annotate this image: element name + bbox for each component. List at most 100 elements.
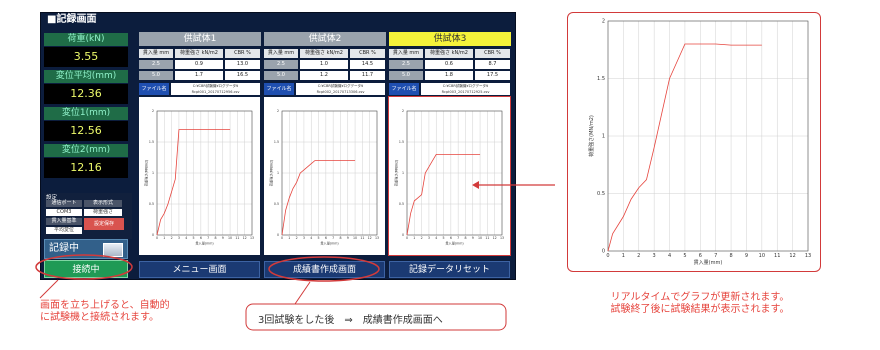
x-tick-label: 1: [163, 236, 165, 240]
left-callout-line1: 画面を立ち上げると、自動的: [40, 300, 170, 311]
x-axis-label: 貫入量(mm): [320, 240, 338, 245]
x-tick-label: 10: [478, 236, 482, 240]
x-tick-label: 2: [637, 253, 640, 259]
x-tick-label: 7: [332, 236, 334, 240]
disp1-label: 変位1(mm): [44, 107, 128, 120]
load-label: 荷重(kN): [44, 33, 128, 46]
specimen3-header: 供試体3: [389, 32, 511, 46]
header-cbr: CBR %: [225, 49, 260, 58]
x-tick-label: 3: [428, 236, 430, 240]
x-tick-label: 10: [228, 236, 232, 240]
connecting-button[interactable]: 接続中: [44, 260, 128, 278]
x-tick-label: 13: [250, 236, 254, 240]
enlarged-graph-box: 2 1.5 1 0.5 0 0 1 2 3 4 5 6 7 8 9 10 11 12 13 貫入量(mm) 荷重強さ(M…: [567, 12, 821, 272]
header-load-strength: 荷重強さ kN/m2: [425, 49, 473, 58]
file-name-label: ファイル名: [264, 83, 294, 95]
y-tick-label: 0.5: [597, 191, 605, 197]
cell-cbr: 8.7: [475, 60, 510, 69]
x-tick-label: 7: [207, 236, 209, 240]
y-tick-label: 0: [602, 249, 605, 255]
cell-penetration: 5.0: [139, 71, 173, 80]
specimen3-graph: 21.510.500 1 2 3 4 5 6 7 8 9 10 11 12 13貫入量(mm)荷重強さ(M…: [388, 96, 511, 256]
specimen1-graph: 21.510.500 1 2 3 4 5 6 7 8 9 10 11 12 13貫入量(mm)荷重強さ(M…: [139, 97, 260, 255]
header-cbr: CBR %: [475, 49, 510, 58]
y-tick-label: 1.5: [274, 140, 279, 144]
disp-avg-label: 変位平均(mm): [44, 70, 128, 83]
header-cbr: CBR %: [350, 49, 385, 58]
cell-penetration: 2.5: [389, 60, 423, 69]
x-tick-label: 5: [318, 236, 320, 240]
report-screen-button[interactable]: 成績書作成画面: [264, 261, 385, 278]
y-tick-label: 2: [602, 19, 605, 25]
display-format-select[interactable]: 荷重強さ: [84, 209, 122, 216]
center-callout-text: 3回試験をした後 ⇒ 成績書作成画面へ: [258, 315, 443, 326]
x-tick-label: 4: [435, 236, 437, 240]
y-tick-label: 0.5: [274, 202, 279, 206]
x-tick-label: 6: [200, 236, 202, 240]
cell-cbr: 14.5: [350, 60, 385, 69]
x-tick-label: 8: [729, 253, 732, 259]
x-tick-label: 0: [281, 236, 283, 240]
x-tick-label: 13: [805, 253, 811, 259]
com-select[interactable]: COM3: [46, 209, 82, 216]
x-tick-label: 9: [347, 236, 349, 240]
x-tick-label: 6: [450, 236, 452, 240]
port-label: 通信ポート: [46, 200, 82, 207]
left-callout: 画面を立ち上げると、自動的 に試験機と接続されます。: [40, 300, 170, 324]
recording-indicator-icon: [103, 243, 123, 257]
cell-load-strength: 0.9: [175, 60, 223, 69]
y-tick-label: 1: [152, 171, 154, 175]
x-tick-label: 12: [789, 253, 795, 259]
file-name-label: ファイル名: [139, 83, 169, 95]
reset-data-button[interactable]: 記録データリセット: [389, 261, 510, 278]
cell-penetration: 2.5: [264, 60, 298, 69]
y-tick-label: 1.5: [399, 140, 404, 144]
x-tick-label: 8: [464, 236, 466, 240]
x-tick-label: 13: [375, 236, 379, 240]
x-tick-label: 11: [485, 236, 489, 240]
file-name-value: C:¥CBR試験機¥ログデータ¥ Rcpt003_20170712925.csv: [421, 83, 510, 95]
y-axis-label: 荷重強さ(MN/m2): [393, 160, 398, 187]
y-tick-label: 1: [402, 171, 404, 175]
enlarged-graph: 21.510.500 1 2 3 4 5 6 7 8 9 10 11 12 13貫入量(mm)荷重強さ(M…: [588, 19, 811, 266]
x-tick-label: 13: [500, 236, 504, 240]
disp2-label: 変位2(mm): [44, 144, 128, 157]
x-tick-label: 7: [714, 253, 717, 259]
cell-load-strength: 0.6: [425, 60, 473, 69]
x-tick-label: 11: [774, 253, 780, 259]
y-tick-label: 1: [602, 134, 605, 140]
left-callout-line2: に試験機と接続されます。: [40, 312, 159, 323]
cell-load-strength: 1.2: [300, 71, 348, 80]
y-tick-label: 2: [277, 109, 279, 113]
cell-load-strength: 1.8: [425, 71, 473, 80]
x-tick-label: 9: [222, 236, 224, 240]
x-tick-label: 4: [185, 236, 187, 240]
settings-panel: 設定 通信ポート 表示形式 COM3 荷重強さ 貫入量基準 設定保存 平均変位: [44, 193, 132, 239]
cell-cbr: 16.5: [225, 71, 260, 80]
right-callout-line2: 試験終了後に試験結果が表示されます。: [610, 304, 790, 315]
disp2-value: 12.16: [44, 158, 128, 178]
x-tick-label: 9: [472, 236, 474, 240]
settings-save-button[interactable]: 設定保存: [84, 218, 124, 230]
header-penetration: 貫入量 mm: [139, 49, 173, 58]
penetration-select[interactable]: 平均変位: [46, 227, 82, 234]
y-tick-label: 0: [402, 233, 404, 237]
load-value: 3.55: [44, 47, 128, 67]
x-tick-label: 4: [310, 236, 312, 240]
x-tick-label: 1: [413, 236, 415, 240]
x-tick-label: 8: [339, 236, 341, 240]
menu-screen-button[interactable]: メニュー画面: [139, 261, 260, 278]
x-tick-label: 1: [622, 253, 625, 259]
cell-penetration: 2.5: [139, 60, 173, 69]
x-tick-label: 2: [296, 236, 298, 240]
x-tick-label: 0: [156, 236, 158, 240]
y-axis-label: 荷重強さ(MN/m2): [588, 115, 595, 157]
x-tick-label: 2: [421, 236, 423, 240]
x-tick-label: 12: [368, 236, 372, 240]
specimen1-header: 供試体1: [139, 32, 261, 46]
window-title: ■記録画面: [47, 14, 97, 25]
header-load-strength: 荷重強さ kN/m2: [175, 49, 223, 58]
x-tick-label: 5: [683, 253, 686, 259]
x-tick-label: 11: [235, 236, 239, 240]
specimen2-graph: 21.510.500 1 2 3 4 5 6 7 8 9 10 11 12 13貫入量(mm)荷重強さ(M…: [264, 97, 385, 255]
